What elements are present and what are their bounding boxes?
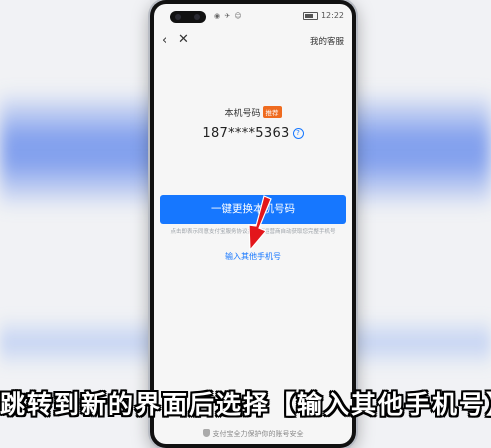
status-icons: ◉ ✈ ☺ [214, 12, 243, 20]
close-icon[interactable]: ✕ [178, 32, 189, 47]
recommend-badge: 推荐 [262, 106, 282, 118]
footer: 支付宝全力保护你的账号安全 [154, 429, 352, 439]
phone-number-row: 187****5363? [154, 126, 352, 141]
arrow-icon [248, 195, 272, 252]
help-icon[interactable]: ? [292, 128, 304, 139]
status-bar: ◉ ✈ ☺ 12:22 [154, 4, 352, 26]
number-label-row: 本机号码 推荐 [154, 106, 352, 119]
shield-icon [202, 429, 210, 437]
status-right: 12:22 [302, 11, 344, 20]
video-caption: 跳转到新的界面后选择【输入其他手机号】 [0, 390, 491, 419]
background-fade-right [351, 0, 491, 448]
nav-bar: ‹ ✕ 我的客服 [154, 32, 352, 50]
status-time: 12:22 [320, 11, 344, 20]
number-label: 本机号码 [224, 109, 261, 119]
background-fade-left [0, 0, 150, 448]
back-icon[interactable]: ‹ [162, 33, 167, 48]
footer-text: 支付宝全力保护你的账号安全 [212, 430, 304, 438]
battery-icon [302, 11, 318, 20]
phone-frame: ◉ ✈ ☺ 12:22 ‹ ✕ 我的客服 本机号码 推荐 187****5363?… [150, 0, 356, 448]
customer-service-link[interactable]: 我的客服 [310, 35, 344, 47]
phone-number: 187****5363 [202, 126, 290, 141]
phone-screen: ◉ ✈ ☺ 12:22 ‹ ✕ 我的客服 本机号码 推荐 187****5363?… [154, 4, 352, 444]
front-camera [170, 11, 206, 23]
